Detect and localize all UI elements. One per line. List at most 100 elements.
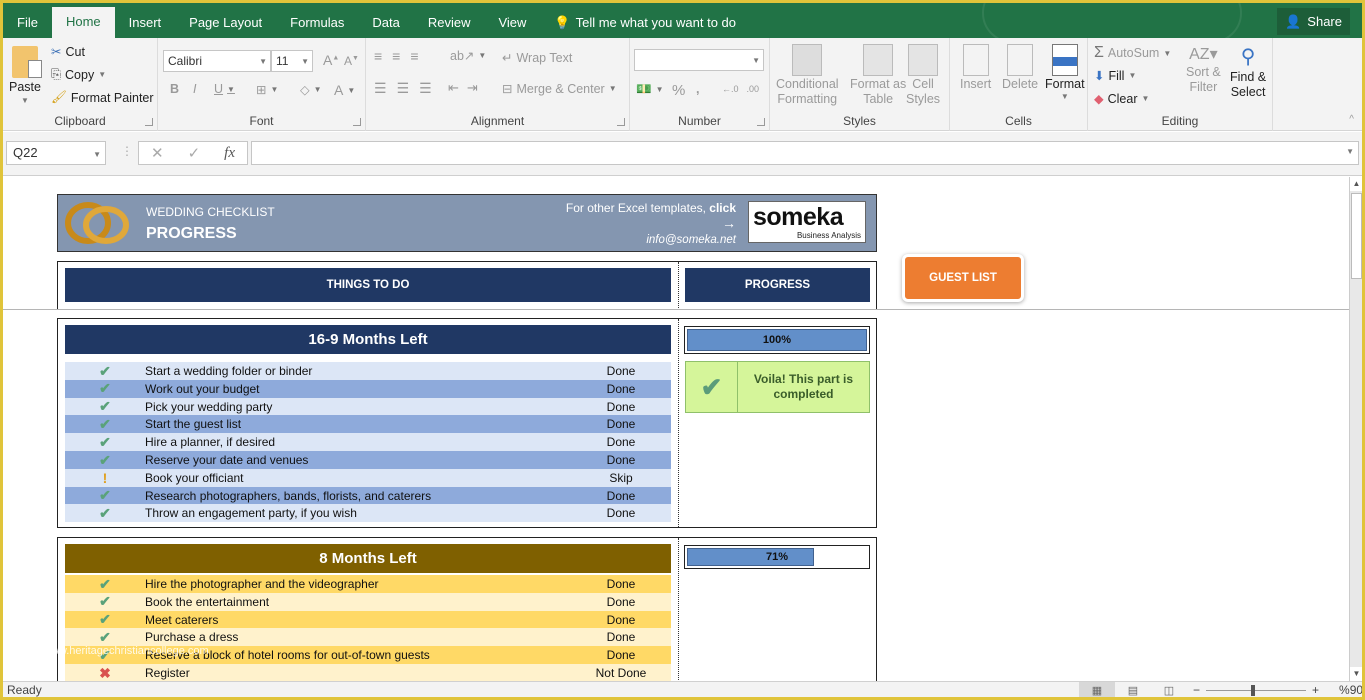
wrap-text-button[interactable]: ↵ Wrap Text — [502, 50, 572, 66]
vertical-scrollbar[interactable]: ▲ ▼ — [1349, 177, 1362, 681]
tab-file[interactable]: File — [3, 8, 52, 38]
insert-cells-button[interactable]: Insert — [960, 44, 991, 91]
task-row[interactable]: ! Book your officiant Skip — [65, 468, 671, 487]
expand-formula-icon[interactable]: ▼ — [1346, 147, 1354, 156]
currency-button[interactable]: 💵 ▼ — [636, 82, 664, 97]
tab-review[interactable]: Review — [414, 8, 485, 38]
email-link[interactable]: info@someka.net — [646, 234, 736, 246]
normal-view-icon[interactable]: ▦ — [1079, 682, 1115, 697]
share-button[interactable]: 👤 Share — [1277, 8, 1350, 35]
fill-color-button[interactable]: ◇ ▼ — [300, 82, 322, 97]
cancel-icon[interactable]: ✕ — [151, 144, 164, 162]
task-row[interactable]: ✔ Hire a planner, if desired Done — [65, 433, 671, 452]
sort-filter-button[interactable]: AZ▾ Sort & Filter — [1186, 44, 1221, 94]
percent-button[interactable]: % — [672, 82, 685, 99]
number-format-select[interactable]: ▼ — [634, 49, 764, 71]
tab-data[interactable]: Data — [358, 8, 413, 38]
grow-font-button[interactable]: A▲ — [323, 52, 339, 68]
font-name-select[interactable]: Calibri ▼ — [163, 50, 271, 72]
task-row[interactable]: ✔ Work out your budget Done — [65, 379, 671, 398]
cell-styles-icon — [908, 44, 939, 76]
checkmark-icon: ✔ — [99, 487, 111, 504]
dotted-divider — [678, 319, 679, 527]
cut-button[interactable]: ✂ Cut — [51, 44, 85, 60]
zoom-out-icon[interactable]: − — [1193, 683, 1200, 697]
zoom-slider-knob[interactable] — [1251, 684, 1256, 696]
font-size-select[interactable]: 11 ▼ — [271, 50, 313, 72]
worksheet[interactable]: WEDDING CHECKLIST PROGRESS For other Exc… — [3, 177, 1349, 681]
merge-center-button[interactable]: ⊟ Merge & Center ▼ — [502, 81, 617, 97]
sort-label-2: Filter — [1189, 80, 1218, 94]
tab-view[interactable]: View — [484, 8, 540, 38]
scroll-thumb[interactable] — [1351, 193, 1362, 279]
format-cells-button[interactable]: Format ▼ — [1045, 44, 1085, 101]
zoom-slider[interactable] — [1206, 684, 1307, 696]
tell-me-search[interactable]: 💡 Tell me what you want to do — [540, 8, 750, 38]
borders-button[interactable]: ⊞ ▼ — [256, 82, 278, 97]
task-status: Done — [606, 577, 636, 591]
font-color-button[interactable]: A ▼ — [334, 82, 355, 98]
task-row[interactable]: ✔ Throw an engagement party, if you wish D… — [65, 504, 671, 523]
enter-check-icon[interactable]: ✓ — [188, 144, 201, 162]
zoom-in-icon[interactable]: + — [1312, 683, 1319, 697]
increase-indent-icon: ⇥ — [466, 80, 478, 95]
scroll-up-icon[interactable]: ▲ — [1350, 177, 1362, 191]
tab-formulas[interactable]: Formulas — [276, 8, 358, 38]
formula-input[interactable]: ▼ — [251, 141, 1359, 165]
indent-buttons[interactable]: ⇤ ⇥ — [448, 80, 478, 96]
clear-button[interactable]: ◆ Clear ▼ — [1094, 91, 1149, 107]
fill-button[interactable]: ⬇ Fill ▼ — [1094, 68, 1136, 84]
task-row[interactable]: ✖ Register Not Done — [65, 664, 671, 681]
horizontal-align-buttons[interactable]: ☰ ☰ ☰ — [374, 80, 432, 97]
format-painter-button[interactable]: 🖌 Format Painter — [51, 90, 154, 105]
format-as-table-button[interactable]: Format as Table — [850, 44, 906, 106]
task-row[interactable]: ✔ Hire the photographer and the videograp… — [65, 575, 671, 593]
delete-cells-button[interactable]: Delete — [1002, 44, 1038, 91]
find-select-button[interactable]: ⚲ Find & Select — [1230, 44, 1266, 99]
comma-button[interactable]: , — [696, 82, 699, 96]
task-row[interactable]: ✔ Reserve your date and venues Done — [65, 451, 671, 469]
shrink-font-icon: A▼ — [344, 54, 359, 68]
task-row[interactable]: ✔ Start a wedding folder or binder Done — [65, 362, 671, 380]
task-row[interactable]: ✔ Purchase a dress Done — [65, 628, 671, 647]
completed-message-box: ✔ Voila! This part is completed — [685, 361, 870, 413]
cell-styles-button[interactable]: Cell Styles — [906, 44, 940, 106]
someka-logo[interactable]: someka Business Analysis — [748, 201, 866, 243]
page-layout-view-icon[interactable]: ▤ — [1115, 682, 1151, 697]
bold-button[interactable]: B — [170, 82, 179, 96]
decimal-buttons[interactable]: ←.0 .00 — [722, 84, 759, 94]
task-row[interactable]: ✔ Book the entertainment Done — [65, 592, 671, 611]
tab-home[interactable]: Home — [51, 7, 115, 38]
tab-insert[interactable]: Insert — [115, 8, 176, 38]
task-row[interactable]: ✔ Start the guest list Done — [65, 415, 671, 434]
alignment-launcher-icon[interactable] — [617, 118, 625, 126]
italic-button[interactable]: I — [193, 82, 196, 96]
insert-function-icon[interactable]: fx — [224, 145, 235, 162]
task-row[interactable]: ✔ Pick your wedding party Done — [65, 397, 671, 416]
zoom-control: − + %90 — [1193, 682, 1362, 697]
shrink-font-button[interactable]: A▼ — [344, 54, 359, 68]
tab-page-layout[interactable]: Page Layout — [175, 8, 276, 38]
underline-button[interactable]: U ▼ — [214, 82, 235, 96]
scroll-down-icon[interactable]: ▼ — [1350, 667, 1362, 681]
format-cells-label: Format — [1045, 77, 1085, 91]
font-launcher-icon[interactable] — [353, 118, 361, 126]
conditional-formatting-button[interactable]: Conditional Formatting — [776, 44, 839, 106]
checkmark-icon: ✔ — [686, 362, 738, 412]
promo-link[interactable]: click — [709, 201, 736, 215]
copy-button[interactable]: ⎘ Copy ▼ — [51, 67, 106, 82]
guest-list-button[interactable]: GUEST LIST — [902, 254, 1024, 302]
page-break-view-icon[interactable]: ◫ — [1151, 682, 1187, 697]
orientation-button[interactable]: ab↗ ▼ — [450, 48, 486, 63]
autosum-button[interactable]: Σ AutoSum ▼ — [1094, 44, 1171, 62]
paste-button[interactable]: Paste ▼ — [9, 46, 42, 105]
zoom-percent[interactable]: %90 — [1339, 683, 1362, 697]
clipboard-launcher-icon[interactable] — [145, 118, 153, 126]
name-box[interactable]: Q22 ▼ — [6, 141, 106, 165]
collapse-ribbon-icon[interactable]: ^ — [1349, 114, 1354, 125]
task-row[interactable]: ✔ Research photographers, bands, florists… — [65, 486, 671, 505]
task-row[interactable]: ✔ Meet caterers Done — [65, 610, 671, 629]
vertical-align-buttons[interactable]: ≡ ≡ ≡ — [374, 48, 419, 64]
header-banner: WEDDING CHECKLIST PROGRESS For other Exc… — [57, 194, 877, 252]
number-launcher-icon[interactable] — [757, 118, 765, 126]
